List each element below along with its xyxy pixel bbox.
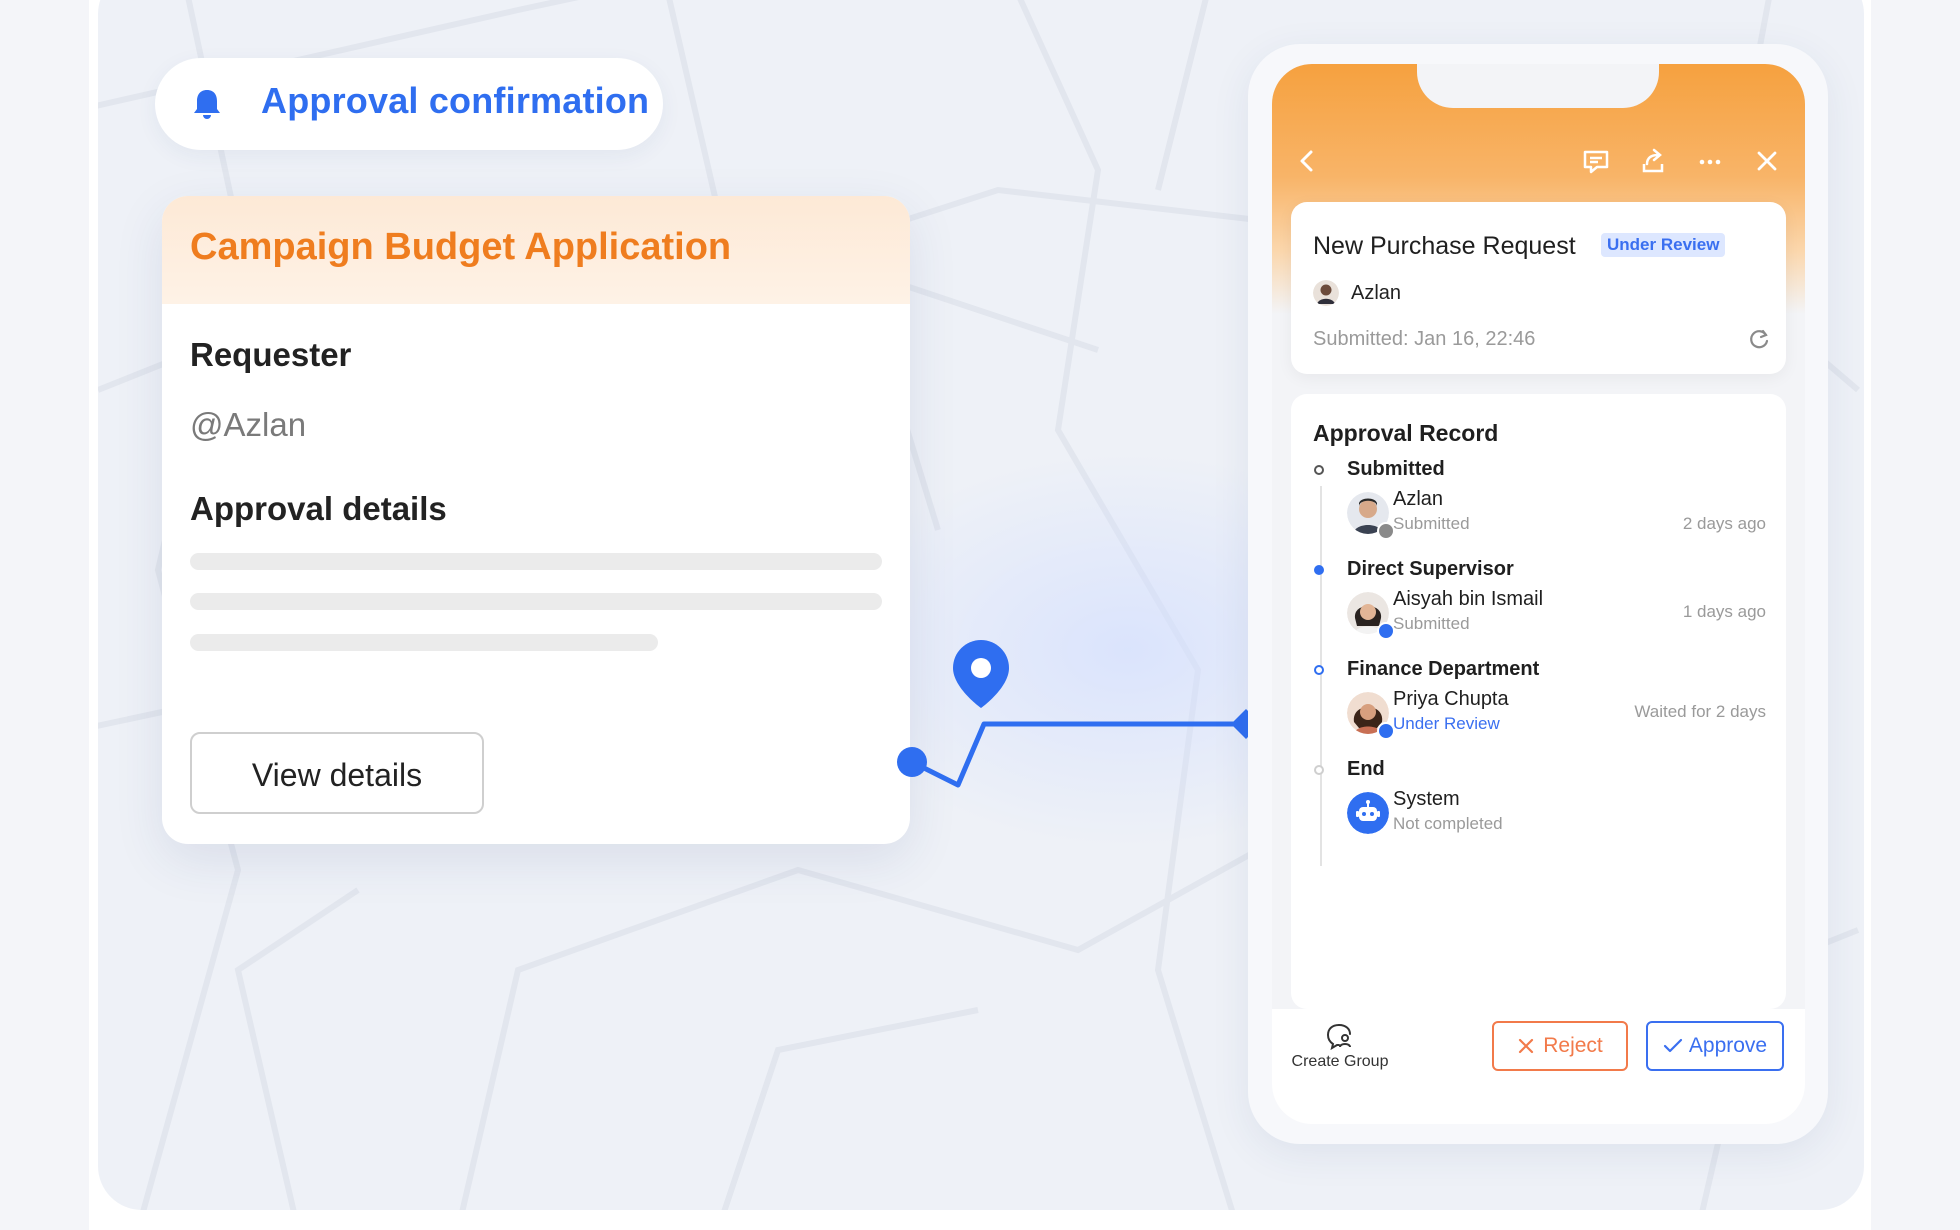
more-icon[interactable] (1693, 144, 1727, 178)
step-dot (1314, 465, 1324, 475)
request-title: New Purchase Request (1313, 232, 1576, 260)
phone-screen: New Purchase Request Under Review Azlan … (1272, 64, 1805, 1124)
close-icon[interactable] (1750, 144, 1784, 178)
close-icon (1519, 1038, 1534, 1054)
refresh-icon[interactable] (1746, 326, 1772, 352)
avatar (1313, 280, 1339, 306)
share-icon[interactable] (1636, 144, 1670, 178)
request-card: New Purchase Request Under Review Azlan … (1291, 202, 1786, 374)
step-dot (1314, 765, 1324, 775)
step-name: End (1347, 758, 1385, 780)
notification-title: Approval confirmation (261, 80, 650, 121)
skeleton-line (190, 634, 658, 651)
skeleton-line (190, 553, 882, 570)
requester-value: @Azlan (190, 406, 307, 443)
flow-connector (897, 640, 1261, 788)
bell-icon (185, 82, 229, 126)
step-status: Submitted (1393, 614, 1470, 633)
reject-button[interactable]: Reject (1492, 1021, 1628, 1071)
request-user: Azlan (1351, 282, 1402, 304)
step-person: Priya Chupta (1393, 688, 1509, 710)
step-dot (1314, 665, 1324, 675)
approval-details-label: Approval details (190, 490, 447, 527)
location-pin-icon (953, 640, 1009, 708)
view-details-button[interactable]: View details (190, 732, 484, 814)
approve-label: Approve (1688, 1034, 1768, 1057)
phone-notch (1417, 64, 1659, 108)
card-header: Campaign Budget Application (162, 196, 910, 304)
status-badge: Under Review (1601, 233, 1726, 257)
step-name: Submitted (1347, 458, 1445, 480)
step-name: Direct Supervisor (1347, 558, 1514, 580)
requester-label: Requester (190, 336, 352, 373)
step-status: Not completed (1393, 814, 1503, 833)
create-group-button[interactable]: Create Group (1272, 1009, 1408, 1089)
approve-button[interactable]: Approve (1646, 1021, 1784, 1071)
step-time: 2 days ago (1682, 514, 1766, 533)
step-person: Azlan (1393, 488, 1444, 510)
timeline-line (1320, 486, 1322, 866)
approval-record-card: Approval Record Submitted Azlan Submitte… (1291, 394, 1786, 1009)
action-footer: Create Group Reject Approve (1272, 1009, 1805, 1124)
notification-pill: Approval confirmation (155, 58, 663, 150)
step-dot (1314, 565, 1324, 575)
step-time: Waited for 2 days (1634, 702, 1766, 721)
step-status: Under Review (1393, 714, 1500, 733)
step-name: Finance Department (1347, 658, 1540, 680)
skeleton-line (190, 593, 882, 610)
start-node (897, 747, 927, 777)
step-person: Aisyah bin Ismail (1393, 588, 1544, 610)
step-person: System (1393, 788, 1460, 810)
approval-record-title: Approval Record (1313, 420, 1499, 446)
submitted-time: Submitted: Jan 16, 22:46 (1313, 328, 1536, 350)
reject-label: Reject (1543, 1034, 1603, 1057)
back-icon[interactable] (1290, 144, 1324, 178)
step-status: Submitted (1393, 514, 1470, 533)
create-group-label: Create Group (1291, 1053, 1389, 1070)
comment-icon[interactable] (1579, 144, 1613, 178)
check-icon (1663, 1038, 1682, 1053)
card-title: Campaign Budget Application (190, 226, 732, 268)
create-group-icon (1326, 1024, 1351, 1051)
robot-icon (1347, 792, 1389, 834)
step-time: 1 days ago (1682, 602, 1766, 621)
application-card: Campaign Budget Application Requester @A… (162, 196, 910, 844)
